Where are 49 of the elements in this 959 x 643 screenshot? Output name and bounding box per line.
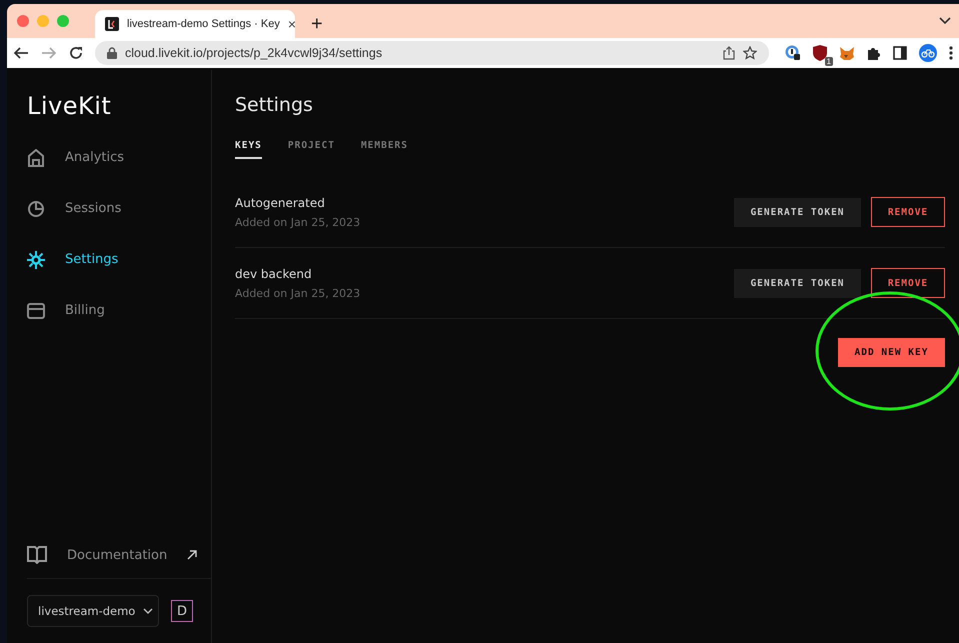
add-new-key-button[interactable]: ADD NEW KEY xyxy=(838,338,945,367)
chevron-down-icon xyxy=(143,608,154,614)
more-menu-icon[interactable] xyxy=(949,46,953,60)
back-icon[interactable] xyxy=(13,46,29,60)
sidebar-item[interactable]: Analytics xyxy=(27,142,130,173)
house-icon xyxy=(27,148,45,166)
favicon-icon xyxy=(105,17,119,31)
tab[interactable]: PROJECT xyxy=(288,140,335,159)
tab-title: livestream-demo Settings · Key xyxy=(127,18,280,30)
tab[interactable]: MEMBERS xyxy=(360,140,408,159)
browser-tab[interactable]: livestream-demo Settings · Key × xyxy=(95,10,295,38)
share-icon[interactable] xyxy=(723,46,735,60)
chevron-down-icon[interactable] xyxy=(939,17,951,25)
shield-icon[interactable] xyxy=(813,45,827,61)
book-icon xyxy=(27,546,47,564)
card-icon xyxy=(27,302,45,320)
documentation-link[interactable]: Documentation xyxy=(27,546,211,579)
url-text: cloud.livekit.io/projects/p_2k4vcwl9j34/settings xyxy=(125,46,382,60)
project-dropdown[interactable]: livestream-demo xyxy=(27,595,159,627)
star-icon[interactable] xyxy=(743,46,757,60)
clock-icon xyxy=(27,200,45,218)
sidebar-item[interactable]: Sessions xyxy=(27,193,128,224)
new-tab-button[interactable]: + xyxy=(303,10,331,38)
generate-token-button[interactable]: GENERATE TOKEN xyxy=(734,198,861,226)
generate-token-button[interactable]: GENERATE TOKEN xyxy=(734,268,861,298)
sidebar-item[interactable]: Billing xyxy=(27,295,111,326)
user-avatar[interactable]: D xyxy=(171,600,193,622)
gear-icon xyxy=(27,250,45,268)
logo[interactable]: LiveKit xyxy=(27,92,112,120)
key-name: dev backend xyxy=(235,266,313,280)
tab[interactable]: KEYS xyxy=(235,140,262,159)
profile-avatar-icon[interactable] xyxy=(919,44,937,62)
lock-icon xyxy=(107,47,117,59)
password-manager-icon[interactable] xyxy=(785,45,801,61)
reload-icon[interactable] xyxy=(69,46,83,60)
external-link-icon xyxy=(187,550,198,560)
remove-button[interactable]: REMOVE xyxy=(871,197,945,227)
remove-button[interactable]: REMOVE xyxy=(871,268,945,298)
fox-icon[interactable] xyxy=(839,46,855,60)
puzzle-icon[interactable] xyxy=(867,46,881,60)
sidebar-item[interactable]: Settings xyxy=(27,244,124,275)
page-title: Settings xyxy=(235,94,314,116)
key-date: Added on Jan 25, 2023 xyxy=(235,216,362,228)
side-panel-icon[interactable] xyxy=(893,46,907,60)
count-badge: 1 xyxy=(824,57,833,66)
close-tab-button[interactable]: × xyxy=(288,16,296,32)
address-bar[interactable]: cloud.livekit.io/projects/p_2k4vcwl9j34/settings xyxy=(95,41,769,65)
key-date: Added on Jan 25, 2023 xyxy=(235,286,362,300)
key-name: Autogenerated xyxy=(235,196,326,210)
